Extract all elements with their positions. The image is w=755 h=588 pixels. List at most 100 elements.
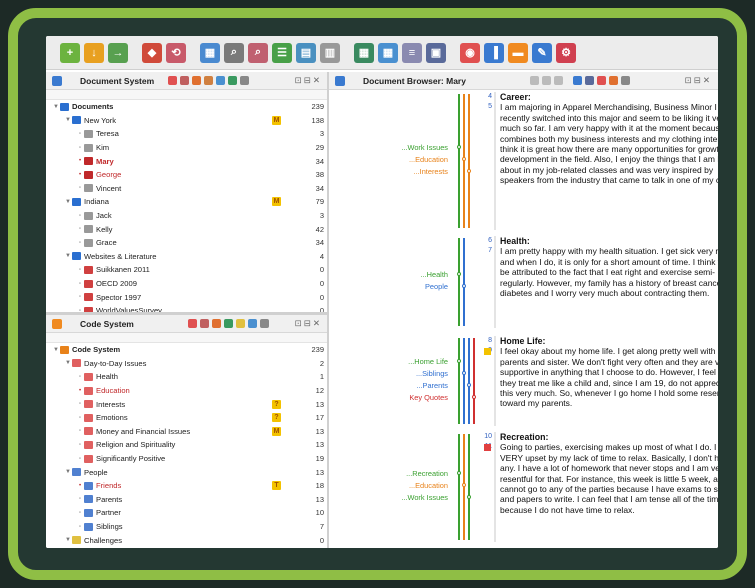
sort-icon[interactable] <box>204 76 214 85</box>
expand-arrow-icon[interactable]: ▼ <box>64 360 72 366</box>
expand-arrow-icon[interactable]: ▼ <box>64 253 72 259</box>
margin-memo-icon[interactable] <box>484 444 491 451</box>
coding-stripe[interactable] <box>458 338 460 424</box>
document-row[interactable]: ▫ Spector 1997 0 <box>46 290 328 304</box>
expand-arrow-icon[interactable]: ▼ <box>64 199 72 205</box>
code-window-controls[interactable]: ⊡⊟✕ <box>295 318 322 329</box>
document-row[interactable]: ▫ Kelly 42 <box>46 222 328 236</box>
browser-export-icon[interactable] <box>572 76 582 85</box>
coding-stripe[interactable] <box>463 434 465 540</box>
deactivate-icon[interactable] <box>180 76 190 85</box>
window-controls[interactable]: ⊡⊟✕ <box>295 75 322 86</box>
paragraph[interactable]: Health: I am pretty happy with my health … <box>500 236 718 298</box>
memo-view-icon[interactable]: ✎ <box>532 42 552 63</box>
coding-stripe[interactable] <box>463 94 465 228</box>
document-row[interactable]: ▫ Grace 34 <box>46 236 328 250</box>
paragraph[interactable]: Recreation: Going to parties, exercising … <box>500 432 718 515</box>
coding-stripe-knob[interactable] <box>457 272 461 276</box>
code-view-icon[interactable]: ▬ <box>508 42 528 63</box>
coding-stripe[interactable] <box>463 238 465 326</box>
import-icon[interactable]: ↓ <box>84 42 104 63</box>
coding-stripe-knob[interactable] <box>467 495 471 499</box>
list-icon[interactable]: ☰ <box>272 42 292 63</box>
paragraph[interactable]: Home Life: I feel okay about my home life… <box>500 336 718 409</box>
code-row[interactable]: • Friends T 18 <box>46 479 328 493</box>
code-activate-icon[interactable] <box>199 319 209 328</box>
browser-memo-icon[interactable] <box>596 76 606 85</box>
browser-zoom-icon[interactable] <box>541 76 551 85</box>
visual-tools-icon[interactable]: ⚙ <box>556 42 576 63</box>
memo-icon[interactable]: ▥ <box>320 42 340 63</box>
code-tag-label[interactable]: ...Health <box>388 270 448 279</box>
code-tag-label[interactable]: ...Education <box>388 481 448 490</box>
document-row[interactable]: ▫ Jack 3 <box>46 209 328 223</box>
settings-icon[interactable]: ◉ <box>460 42 480 63</box>
code-tag-label[interactable]: Key Quotes <box>388 393 448 402</box>
smiley-icon[interactable] <box>235 319 245 328</box>
document-row[interactable]: ▫ Vincent 34 <box>46 182 328 196</box>
document-row[interactable]: ▫ Kim 29 <box>46 141 328 155</box>
browser-icon[interactable]: ▦ <box>378 42 398 63</box>
margin-memo-icon[interactable] <box>484 348 491 355</box>
code-row[interactable]: ▼ Day-to-Day Issues 2 <box>46 357 328 371</box>
coding-stripe[interactable] <box>458 94 460 228</box>
coding-stripe[interactable] <box>468 434 470 540</box>
document-row[interactable]: ▫ Suikkanen 2011 0 <box>46 263 328 277</box>
document-row[interactable]: ▫ OECD 2009 0 <box>46 277 328 291</box>
code-favorites-icon[interactable] <box>223 319 233 328</box>
doc-search-icon[interactable] <box>240 76 250 85</box>
table-icon[interactable]: ▦ <box>200 42 220 63</box>
coding-stripe-knob[interactable] <box>462 284 466 288</box>
code-row[interactable]: ▫ Siblings 7 <box>46 520 328 534</box>
document-row[interactable]: • Mary 34 <box>46 154 328 168</box>
code-row[interactable]: ▼ People 13 <box>46 465 328 479</box>
code-row[interactable]: ▼ Code System 239 <box>46 343 328 357</box>
memo-icon[interactable]: M <box>272 426 281 436</box>
code-row[interactable]: ▫ Health 1 <box>46 370 328 384</box>
browser-print-icon[interactable] <box>584 76 594 85</box>
code-tag-label[interactable]: ...Work Issues <box>388 493 448 502</box>
expand-arrow-icon[interactable]: ▼ <box>64 117 72 123</box>
retrieve-icon[interactable]: ⟲ <box>166 42 186 63</box>
new-code-icon[interactable] <box>187 319 197 328</box>
lexical-search-icon[interactable]: ⌕ <box>248 42 268 63</box>
paragraph[interactable]: Career: I am majoring in Apparel Merchand… <box>500 92 718 186</box>
coding-stripe-knob[interactable] <box>467 383 471 387</box>
document-row[interactable]: ▼ Websites & Literature 4 <box>46 250 328 264</box>
document-row[interactable]: ▼ Documents 239 <box>46 100 328 114</box>
new-document-icon[interactable]: + <box>60 42 80 63</box>
code-tag-label[interactable]: People <box>388 282 448 291</box>
document-view-icon[interactable]: ▐ <box>484 42 504 63</box>
coding-stripe-knob[interactable] <box>472 395 476 399</box>
document-row[interactable]: ▼ New York M 138 <box>46 114 328 128</box>
memo-icon[interactable]: M <box>272 115 281 125</box>
memo-icon[interactable]: ? <box>272 413 281 423</box>
expand-arrow-icon[interactable]: ▼ <box>52 347 60 353</box>
search-icon[interactable]: ⌕ <box>224 42 244 63</box>
memo-icon[interactable]: ? <box>272 399 281 409</box>
expand-arrow-icon[interactable]: ▼ <box>52 104 60 110</box>
activate-icon[interactable] <box>168 76 178 85</box>
code-row[interactable]: ▼ Challenges 0 <box>46 533 328 547</box>
coding-stripe-knob[interactable] <box>457 145 461 149</box>
code-tag-label[interactable]: ...Home Life <box>388 357 448 366</box>
coding-stripe[interactable] <box>468 338 470 424</box>
code-row[interactable]: • Education 12 <box>46 384 328 398</box>
code-row[interactable]: ▫ Emotions? 17 <box>46 411 328 425</box>
coding-stripe[interactable] <box>458 434 460 540</box>
memo-icon[interactable]: M <box>272 197 281 207</box>
coding-stripe-knob[interactable] <box>457 359 461 363</box>
document-text-area[interactable]: 4 5 Career: I am majoring in Apparel Mercha… <box>328 88 718 548</box>
code-search-icon[interactable] <box>259 319 269 328</box>
browser-search-icon[interactable] <box>529 76 539 85</box>
document-row[interactable]: • George 38 <box>46 168 328 182</box>
code-row[interactable]: ▫ Significantly Positive 19 <box>46 452 328 466</box>
document-row[interactable]: ▼ Indiana M 79 <box>46 195 328 209</box>
code-tag-label[interactable]: ...Recreation <box>388 469 448 478</box>
expand-arrow-icon[interactable]: ▼ <box>64 537 72 543</box>
code-tag-label[interactable]: ...Siblings <box>388 369 448 378</box>
code-table-icon[interactable] <box>247 319 257 328</box>
coding-stripe[interactable] <box>458 238 460 326</box>
coding-stripe[interactable] <box>468 94 470 228</box>
coding-stripe-knob[interactable] <box>462 371 466 375</box>
